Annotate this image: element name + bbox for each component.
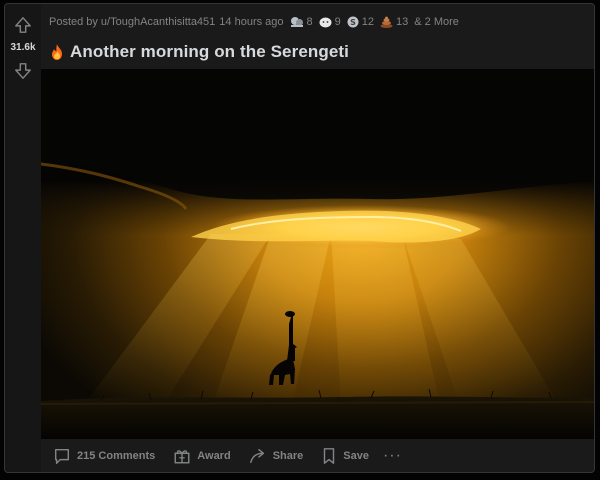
more-options-button[interactable]: ···: [383, 447, 402, 465]
comments-button[interactable]: 215 Comments: [53, 443, 155, 469]
post-time[interactable]: 14 hours ago: [219, 16, 283, 28]
bookmark-icon: [324, 448, 335, 464]
post-title[interactable]: Another morning on the Serengeti: [70, 42, 349, 62]
helpful-award-icon: [290, 17, 303, 27]
upvote-button[interactable]: [13, 15, 33, 35]
fire-icon: [50, 44, 64, 60]
post-card: 31.6k Posted by u/ToughAcanthisitta451 1…: [4, 3, 595, 473]
save-button[interactable]: Save: [321, 443, 369, 469]
upvote-arrow-icon: [15, 17, 31, 33]
comment-bubble-icon: [54, 448, 70, 464]
gift-icon: [174, 450, 190, 464]
poop-award-icon: [380, 16, 393, 28]
downvote-button[interactable]: [13, 61, 33, 81]
downvote-arrow-icon: [15, 63, 31, 79]
award-button[interactable]: Award: [173, 443, 231, 469]
comments-label: 215 Comments: [77, 450, 156, 462]
award-silver[interactable]: S 12: [347, 16, 374, 28]
posted-by-label: Posted by: [49, 16, 98, 28]
award-count: 9: [334, 16, 341, 28]
award-helpful[interactable]: 8: [290, 16, 313, 28]
serengeti-sunrise-photo: [41, 69, 594, 439]
share-button[interactable]: Share: [249, 443, 304, 469]
share-arrow-icon: [249, 448, 264, 464]
award-label: Award: [197, 450, 231, 462]
post-actions-bar: 215 Comments Award Share Save ···: [41, 442, 594, 470]
wholesome-award-icon: [319, 17, 332, 28]
post-image[interactable]: [41, 69, 594, 439]
vote-column: 31.6k: [5, 4, 41, 472]
post-meta: Posted by u/ToughAcanthisitta451 14 hour…: [49, 16, 459, 28]
award-count: 8: [306, 16, 313, 28]
share-label: Share: [272, 450, 304, 462]
save-label: Save: [343, 450, 369, 462]
svg-text:S: S: [350, 18, 356, 27]
post-title-row[interactable]: Another morning on the Serengeti: [50, 42, 349, 62]
author-link[interactable]: u/ToughAcanthisitta451: [101, 16, 215, 28]
silver-award-icon: S: [347, 16, 359, 28]
vote-count: 31.6k: [10, 42, 36, 53]
award-count: 12: [361, 16, 375, 28]
award-poop[interactable]: 13: [380, 16, 408, 28]
award-wholesome[interactable]: 9: [319, 16, 341, 28]
more-awards-link[interactable]: & 2 More: [414, 16, 459, 28]
award-count: 13: [396, 16, 409, 28]
